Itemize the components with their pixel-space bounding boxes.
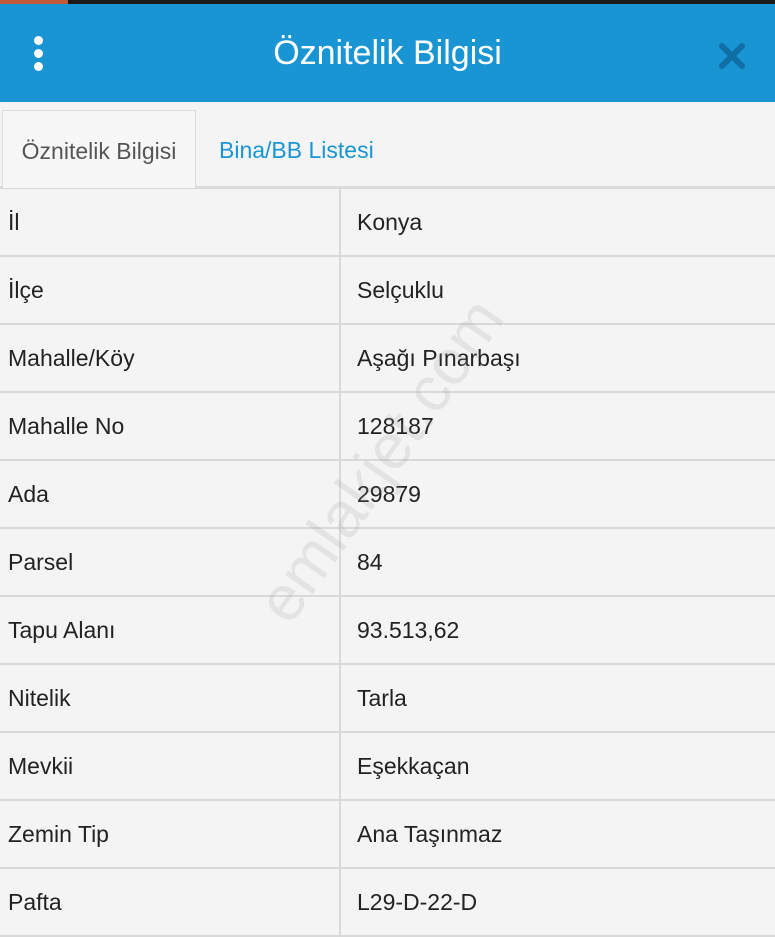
tab-bar: Öznitelik Bilgisi Bina/BB Listesi [0,102,775,190]
menu-dot [34,62,43,71]
row-label: İlçe [0,257,341,323]
row-label: Nitelik [0,665,341,731]
row-value: 93.513,62 [357,617,460,643]
table-row: Nitelik Tarla [0,665,775,733]
table-row: Mahalle/Köy Aşağı Pınarbaşı [0,325,775,393]
row-value: 128187 [357,413,434,439]
row-label: Pafta [0,869,341,935]
row-label: Parsel [0,529,341,595]
row-label: İl [0,189,341,255]
row-label: Mahalle No [0,393,341,459]
row-label: Mevkii [0,733,341,799]
row-label: Mahalle/Köy [0,325,341,391]
row-label: Zemin Tip [0,801,341,867]
tab-attribute-info[interactable]: Öznitelik Bilgisi [2,110,196,190]
row-value: 29879 [357,481,421,507]
close-icon[interactable] [716,40,748,72]
row-value: Konya [357,209,423,235]
table-row: Pafta L29-D-22-D [0,869,775,937]
header-bar: Öznitelik Bilgisi [0,4,775,102]
table-row: Ada 29879 [0,461,775,529]
table-row: Tapu Alanı 93.513,62 [0,597,775,665]
table-row: İlçe Selçuklu [0,257,775,325]
attribute-table: İl Konya İlçe Selçuklu Mahalle/Köy Aşağı… [0,188,775,937]
row-value: 84 [357,549,383,575]
kebab-menu-icon[interactable] [28,36,48,72]
menu-dot [34,36,43,45]
row-value: Aşağı Pınarbaşı [357,345,521,371]
page-title: Öznitelik Bilgisi [273,34,502,72]
table-row: İl Konya [0,189,775,257]
row-value: Ana Taşınmaz [357,821,503,847]
table-row: Mevkii Eşekkaçan [0,733,775,801]
row-value: Selçuklu [357,277,444,303]
tab-building-list[interactable]: Bina/BB Listesi [219,110,374,190]
table-row: Mahalle No 128187 [0,393,775,461]
row-value: Eşekkaçan [357,753,470,779]
table-row: Parsel 84 [0,529,775,597]
menu-dot [34,49,43,58]
row-label: Ada [0,461,341,527]
row-label: Tapu Alanı [0,597,341,663]
table-row: Zemin Tip Ana Taşınmaz [0,801,775,869]
row-value: L29-D-22-D [357,889,478,915]
row-value: Tarla [357,685,407,711]
